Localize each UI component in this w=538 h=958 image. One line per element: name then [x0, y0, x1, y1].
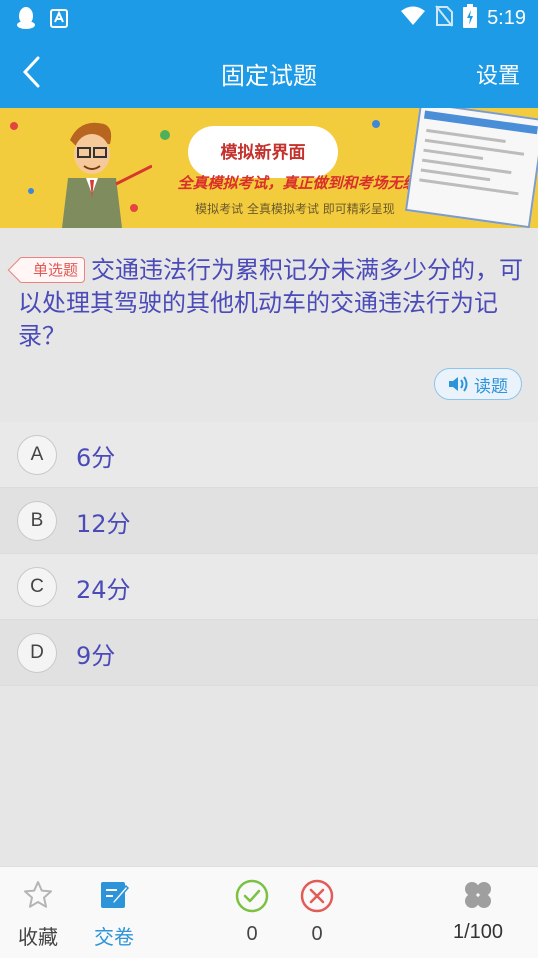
status-time: 5:19	[487, 6, 526, 29]
star-icon	[24, 881, 52, 908]
correct-counter[interactable]: 0	[234, 879, 270, 946]
option-text: 9分	[76, 642, 116, 670]
submit-exam-label: 交卷	[94, 925, 134, 949]
option-text: 6分	[76, 444, 116, 472]
option-text: 24分	[76, 576, 131, 604]
screenshot-illustration	[404, 108, 538, 228]
option-letter: A	[17, 435, 57, 475]
option-b[interactable]: B 12分	[0, 488, 538, 554]
question-type-tag: 单选题	[18, 257, 86, 283]
option-letter: C	[17, 567, 57, 607]
grid-icon	[465, 882, 491, 908]
option-text: 12分	[76, 510, 131, 538]
check-circle-icon	[235, 879, 269, 913]
app-bar: 固定试题 设置	[0, 36, 538, 108]
edit-document-icon	[101, 882, 130, 908]
question-text-block: 单选题 交通违法行为累积记分未满多少分的，可以处理其驾驶的其他机动车的交通违法行为…	[18, 254, 524, 353]
battery-charging-icon	[463, 4, 478, 32]
read-question-button[interactable]: 读题	[434, 368, 522, 400]
wrong-count: 0	[311, 923, 323, 945]
page-title: 固定试题	[221, 62, 317, 90]
wifi-icon	[401, 6, 426, 30]
question-panel: 单选题 交通违法行为累积记分未满多少分的，可以处理其驾驶的其他机动车的交通违法行为…	[0, 228, 538, 422]
no-sim-icon	[435, 5, 454, 31]
option-letter: D	[17, 633, 57, 673]
banner-subtitle: 模拟考试 全真模拟考试 即可精彩呈现	[195, 202, 395, 216]
option-letter: B	[17, 501, 57, 541]
option-a[interactable]: A 6分	[0, 422, 538, 488]
question-text: 交通违法行为累积记分未满多少分的，可以处理其驾驶的其他机动车的交通违法行为记录？	[18, 256, 524, 350]
status-bar: 5:19	[0, 0, 538, 36]
favorite-button[interactable]: 收藏	[16, 879, 60, 950]
settings-button[interactable]: 设置	[476, 58, 520, 90]
banner-heading: 模拟新界面	[220, 143, 306, 163]
favorite-label: 收藏	[18, 925, 58, 949]
store-icon	[50, 7, 68, 33]
wrong-counter[interactable]: 0	[299, 879, 335, 946]
teacher-illustration	[62, 122, 152, 228]
progress-indicator: 1/100	[452, 921, 504, 943]
options-list: A 6分 B 12分 C 24分 D 9分	[0, 422, 538, 686]
speaker-icon	[449, 376, 468, 392]
x-circle-icon	[300, 879, 334, 913]
qq-icon	[16, 6, 36, 34]
promo-banner[interactable]: 模拟新界面 全真模拟考试，真正做到和考场无缝对接。 模拟考试 全真模拟考试 即可…	[0, 108, 538, 228]
read-question-label: 读题	[474, 376, 508, 397]
option-c[interactable]: C 24分	[0, 554, 538, 620]
bottom-toolbar: 收藏 交卷 0 0 1/100	[0, 866, 538, 958]
option-d[interactable]: D 9分	[0, 620, 538, 686]
answer-sheet-button[interactable]: 1/100	[440, 879, 516, 944]
correct-count: 0	[246, 923, 258, 945]
submit-exam-button[interactable]: 交卷	[92, 879, 136, 950]
